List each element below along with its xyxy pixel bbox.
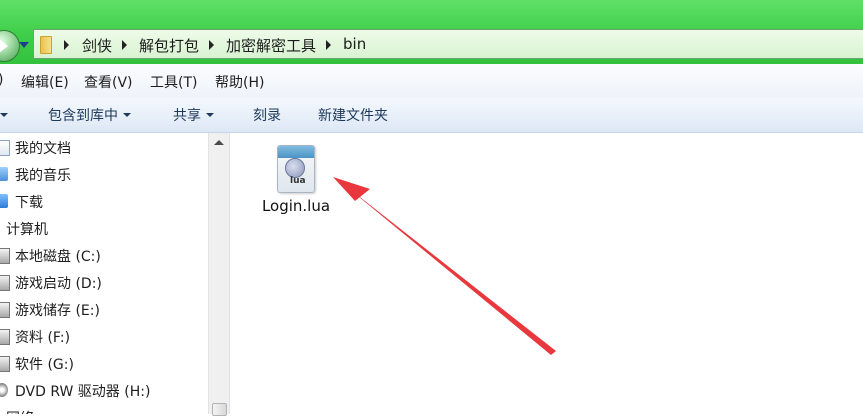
nav-scrollbar[interactable] [208, 133, 229, 416]
burn-button[interactable]: 刻录 [253, 105, 281, 125]
file-icon-emblem [285, 158, 305, 178]
nav-item-drive-e[interactable]: 游戏储存 (E:) [0, 297, 208, 321]
chevron-down-icon [206, 113, 214, 117]
menu-item-help[interactable]: 帮助(H) [215, 72, 264, 92]
nav-item-label: 游戏储存 (E:) [15, 303, 100, 319]
chevron-down-icon [123, 113, 131, 117]
download-icon [0, 194, 8, 208]
file-icon-band [278, 146, 314, 158]
nav-item-music[interactable]: 我的音乐 [0, 162, 208, 186]
nav-item-downloads[interactable]: 下载 [0, 189, 208, 213]
nav-item-network[interactable]: 网络 [0, 405, 208, 414]
include-in-library-label: 包含到库中 [48, 108, 118, 124]
nav-item-label: 游戏启动 (D:) [15, 276, 102, 292]
breadcrumb-separator-icon[interactable] [122, 40, 127, 50]
drive-icon [0, 248, 10, 264]
breadcrumb-separator-icon[interactable] [209, 40, 214, 50]
lua-file-icon: lua [277, 145, 315, 193]
include-in-library-button[interactable]: 包含到库中 [48, 105, 131, 125]
nav-item-documents[interactable]: 我的文档 [0, 135, 208, 159]
menu-item-view[interactable]: 查看(V) [84, 72, 133, 92]
address-bar-region: 剑侠 解包打包 加密解密工具 bin [0, 0, 863, 64]
menu-item-partial[interactable]: ) [0, 72, 3, 88]
breadcrumb-separator-icon[interactable] [326, 40, 331, 50]
drive-icon [0, 275, 10, 291]
drive-icon [0, 356, 10, 372]
menu-item-edit[interactable]: 编辑(E) [21, 72, 69, 92]
breadcrumb-separator-icon[interactable] [64, 40, 69, 50]
new-folder-button[interactable]: 新建文件夹 [318, 105, 388, 125]
scroll-up-arrow-icon[interactable] [214, 140, 224, 145]
nav-item-drive-c[interactable]: 本地磁盘 (C:) [0, 243, 208, 267]
breadcrumb-item[interactable]: bin [343, 35, 366, 53]
scroll-thumb[interactable] [212, 403, 227, 416]
file-name: Login.lua [261, 197, 331, 215]
drive-icon [0, 329, 10, 345]
nav-item-label: 本地磁盘 (C:) [15, 249, 101, 265]
folder-icon [40, 36, 52, 54]
music-icon [0, 167, 8, 181]
nav-item-label: 我的文档 [15, 141, 71, 157]
breadcrumb-item[interactable]: 加密解密工具 [226, 35, 316, 56]
nav-item-drive-g[interactable]: 软件 (G:) [0, 351, 208, 375]
share-button[interactable]: 共享 [173, 105, 214, 125]
back-button[interactable] [0, 30, 20, 62]
nav-item-drive-f[interactable]: 资料 (F:) [0, 324, 208, 348]
nav-item-dvd-h[interactable]: DVD RW 驱动器 (H:) [0, 378, 208, 402]
recent-pages-dropdown-icon[interactable] [19, 42, 29, 48]
command-bar: 包含到库中 共享 刻录 新建文件夹 [0, 98, 863, 133]
file-list-area[interactable]: lua Login.lua [230, 133, 863, 414]
nav-item-label: 网络 [6, 408, 34, 414]
nav-item-label: 软件 (G:) [15, 357, 74, 373]
nav-item-label: 我的音乐 [15, 168, 71, 184]
file-item[interactable]: lua Login.lua [258, 143, 334, 219]
breadcrumb-item[interactable]: 解包打包 [139, 35, 199, 56]
nav-item-label: 下载 [15, 195, 43, 211]
menu-item-tools[interactable]: 工具(T) [150, 72, 197, 92]
share-label: 共享 [173, 108, 201, 124]
navigation-pane: 我的文档 我的音乐 下载 计算机 本地磁盘 (C:) 游戏启动 (D:) 游戏储… [0, 133, 208, 414]
document-icon [0, 140, 10, 156]
nav-item-label: 计算机 [6, 222, 48, 238]
menu-bar: ) 编辑(E) 查看(V) 工具(T) 帮助(H) [0, 64, 863, 99]
organize-dropdown-icon[interactable] [0, 113, 8, 117]
nav-item-computer[interactable]: 计算机 [0, 216, 208, 240]
nav-item-label: 资料 (F:) [15, 330, 71, 346]
file-icon-text: lua [290, 176, 306, 186]
drive-icon [0, 302, 10, 318]
dvd-icon [0, 383, 8, 397]
nav-item-drive-d[interactable]: 游戏启动 (D:) [0, 270, 208, 294]
nav-item-label: DVD RW 驱动器 (H:) [15, 384, 151, 400]
breadcrumb-item[interactable]: 剑侠 [82, 35, 112, 56]
address-box[interactable]: 剑侠 解包打包 加密解密工具 bin [33, 29, 863, 59]
